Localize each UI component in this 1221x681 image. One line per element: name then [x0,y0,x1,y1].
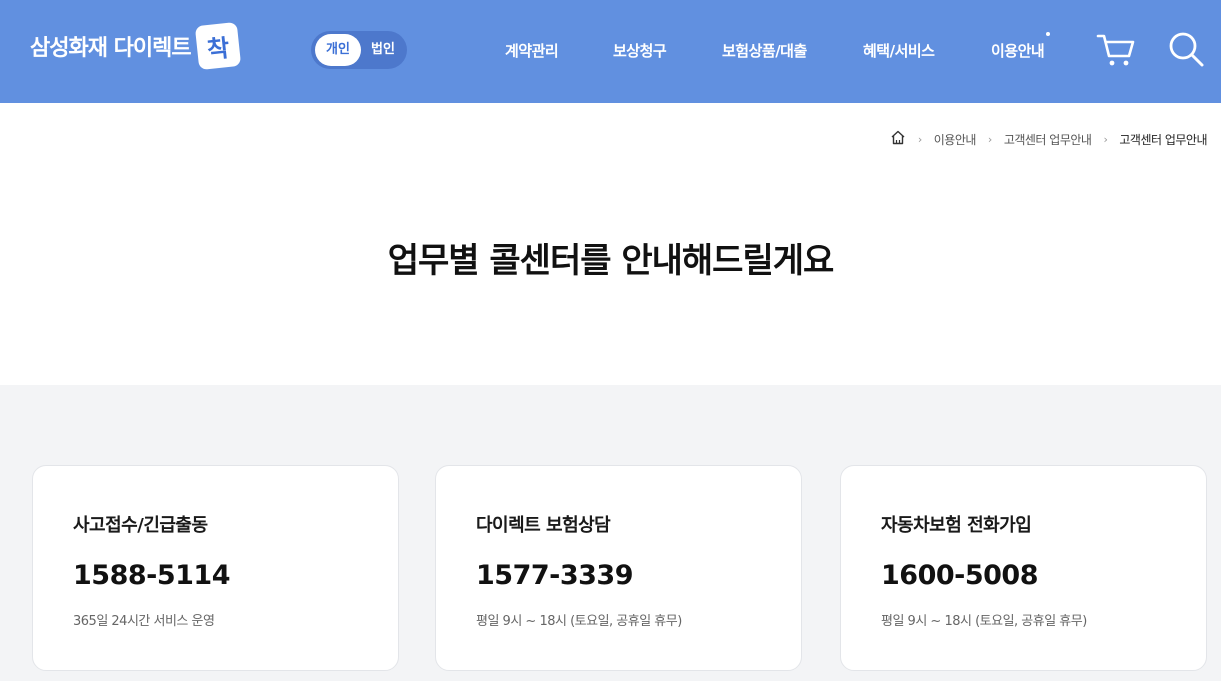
toggle-personal[interactable]: 개인 [315,34,361,66]
card-title: 사고접수/긴급출동 [73,515,208,536]
nav-benefits-services[interactable]: 혜택/서비스 [863,40,935,61]
customer-type-toggle: 개인 법인 [311,31,407,69]
call-center-card-accident: 사고접수/긴급출동 1588-5114 365일 24시간 서비스 운영 [32,465,399,671]
breadcrumb-item-current: 고객센터 업무안내 [1119,132,1207,147]
logo-text: 삼성화재 다이렉트 [30,36,192,61]
toggle-corporate[interactable]: 법인 [361,34,405,66]
search-icon[interactable] [1167,30,1205,68]
service-hours: 365일 24시간 서비스 운영 [73,614,215,629]
nav-usage-guide-label: 이용안내 [991,42,1045,60]
nav-usage-guide[interactable]: 이용안내 [991,32,1051,61]
breadcrumb-item-customer-center[interactable]: 고객센터 업무안내 [1004,131,1092,148]
service-hours: 평일 9시 ~ 18시 (토요일, 공휴일 휴무) [476,614,682,629]
chevron-right-icon: › [917,132,922,146]
phone-number[interactable]: 1600-5008 [881,560,1039,591]
active-dot [1046,32,1051,36]
breadcrumb: › 이용안내 › 고객센터 업무안내 › 고객센터 업무안내 [890,130,1207,148]
nav-contract-management[interactable]: 계약관리 [505,40,559,61]
card-title: 다이렉트 보험상담 [476,515,611,536]
nav-claims[interactable]: 보상청구 [613,40,667,61]
logo[interactable]: 삼성화재 다이렉트 착 [30,21,241,71]
chevron-right-icon: › [1103,132,1108,146]
service-hours: 평일 9시 ~ 18시 (토요일, 공휴일 휴무) [881,614,1087,629]
page-title: 업무별 콜센터를 안내해드릴게요 [387,241,835,281]
logo-badge: 착 [194,21,241,71]
call-center-section: 사고접수/긴급출동 1588-5114 365일 24시간 서비스 운영 다이렉… [0,385,1221,681]
cart-icon[interactable] [1096,32,1136,68]
call-center-card-consultation: 다이렉트 보험상담 1577-3339 평일 9시 ~ 18시 (토요일, 공휴… [435,465,802,671]
call-center-card-auto-insurance: 자동차보험 전화가입 1600-5008 평일 9시 ~ 18시 (토요일, 공… [840,465,1207,671]
home-icon[interactable] [890,130,906,148]
nav-products-loans[interactable]: 보험상품/대출 [722,40,807,61]
phone-number[interactable]: 1588-5114 [73,560,231,591]
chevron-right-icon: › [987,132,992,146]
top-header: 삼성화재 다이렉트 착 개인 법인 계약관리 보상청구 보험상품/대출 혜택/서… [0,0,1221,103]
breadcrumb-item-usage-guide[interactable]: 이용안내 [934,131,977,148]
phone-number[interactable]: 1577-3339 [476,560,634,591]
card-title: 자동차보험 전화가입 [881,515,1032,536]
